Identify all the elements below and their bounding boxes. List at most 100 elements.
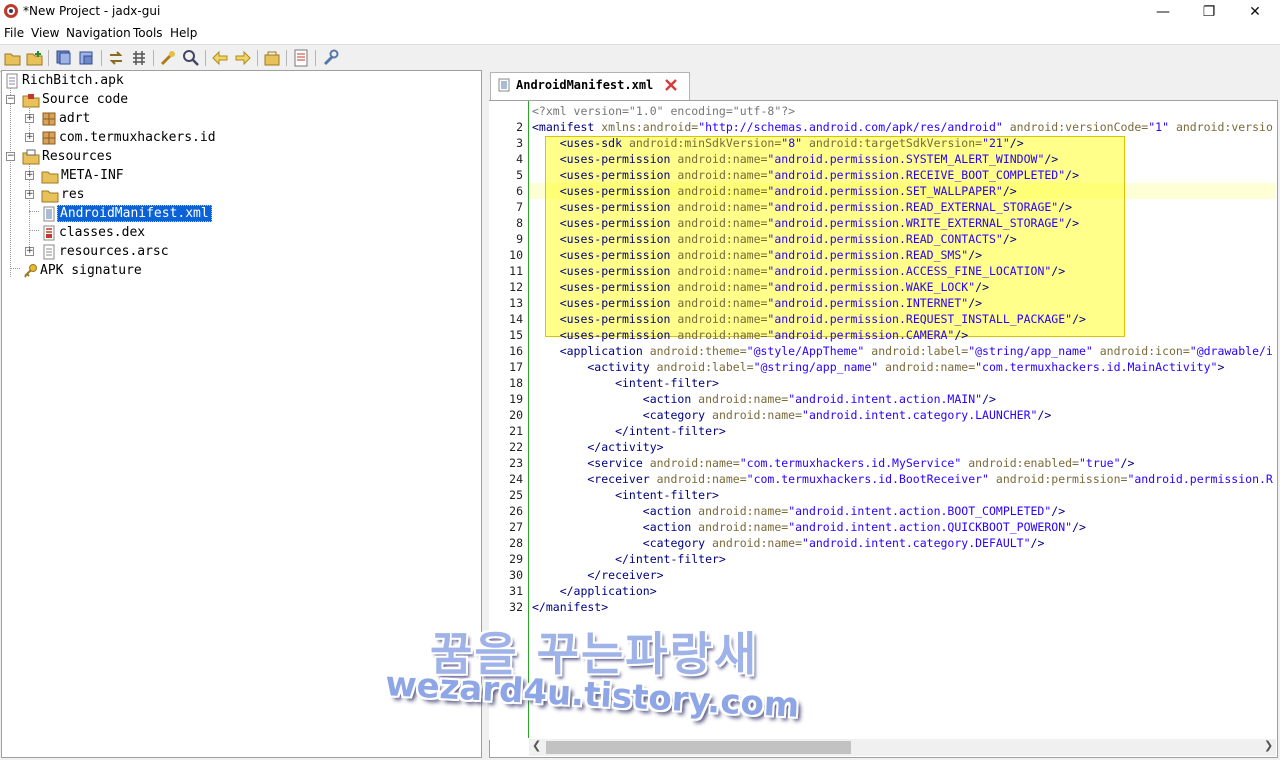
code-token: "android.permission.INTERNET" — [767, 296, 969, 310]
tree-node-android-manifest[interactable]: AndroidManifest.xml — [41, 204, 212, 223]
tree-node-apk-signature[interactable]: APK signature — [22, 261, 144, 280]
scroll-right-icon[interactable]: ❯ — [1264, 739, 1273, 752]
code-token: android:name= — [677, 296, 768, 310]
text-search-icon[interactable] — [158, 48, 178, 68]
export-icon[interactable] — [77, 48, 97, 68]
code-token: "android.permission.SET_WALLPAPER" — [767, 184, 1003, 198]
line-number: 14 — [509, 312, 523, 326]
line-number: 6 — [516, 184, 523, 198]
toolbar-separator — [101, 50, 102, 66]
expand-icon[interactable]: + — [25, 114, 34, 123]
dex-file-icon — [43, 225, 55, 240]
code-token: <?xml version="1.0" encoding="utf-8"?> — [532, 104, 796, 118]
toolbar — [0, 44, 1280, 72]
code-token: <receiver — [532, 472, 657, 486]
code-line: </intent-filter> — [532, 423, 726, 439]
code-line: <uses-permission android:name="android.p… — [532, 151, 1059, 167]
code-token: <uses-permission — [532, 328, 678, 342]
line-number: 9 — [516, 232, 523, 246]
collapse-icon[interactable]: − — [6, 95, 15, 104]
project-tree[interactable]: RichBitch.apk − Source code + adrt + com… — [1, 70, 482, 758]
open-file-icon[interactable] — [3, 48, 23, 68]
code-token: /> — [968, 296, 983, 310]
tree-node-root[interactable]: RichBitch.apk — [4, 71, 126, 90]
menu-tools[interactable]: Tools — [133, 26, 163, 40]
menu-navigation[interactable]: Navigation — [66, 26, 131, 40]
code-line: <uses-permission android:name="android.p… — [532, 167, 1079, 183]
toolbar-separator — [153, 50, 154, 66]
code-token: <action — [532, 520, 699, 534]
close-window-button[interactable]: ✕ — [1232, 0, 1278, 24]
code-token: <intent-filter> — [532, 488, 719, 502]
code-token: "android.permission.READ_CONTACTS" — [767, 232, 1003, 246]
code-token: /> — [975, 280, 989, 294]
folder-icon — [41, 171, 59, 183]
add-files-icon[interactable] — [25, 48, 45, 68]
code-token: android:name= — [677, 312, 768, 326]
code-token: android:targetSdkVersion= — [802, 136, 983, 150]
preferences-icon[interactable] — [320, 48, 340, 68]
expand-icon[interactable]: + — [25, 247, 34, 256]
code-token: android:name= — [698, 392, 789, 406]
code-token: </receiver> — [532, 568, 664, 582]
menu-view[interactable]: View — [31, 26, 59, 40]
tree-node-package-main[interactable]: com.termuxhackers.id — [41, 128, 218, 147]
code-token: android:name= — [677, 216, 768, 230]
line-number: 2 — [516, 120, 523, 134]
log-viewer-icon[interactable] — [291, 48, 311, 68]
code-token: "com.termuxhackers.id.BootReceiver" — [746, 472, 989, 486]
line-number: 15 — [509, 328, 523, 342]
code-token: <uses-sdk — [532, 136, 629, 150]
xml-file-icon — [43, 206, 55, 221]
code-token: <category — [532, 408, 713, 422]
back-icon[interactable] — [210, 48, 230, 68]
restore-icon: ❐ — [1202, 4, 1216, 20]
tree-node-classes-dex[interactable]: classes.dex — [41, 223, 147, 242]
apk-icon — [6, 73, 18, 88]
tree-node-res[interactable]: res — [41, 185, 86, 204]
line-number: 20 — [509, 408, 523, 422]
collapse-icon[interactable]: − — [6, 152, 15, 161]
code-token: "com.termuxhackers.id.MyService" — [739, 456, 962, 470]
code-token: <manifest — [532, 120, 602, 134]
code-token: "android.intent.action.QUICKBOOT_POWERON… — [788, 520, 1073, 534]
code-token: "android.permission.RECEIVE_BOOT_COMPLET… — [767, 168, 1066, 182]
menu-file[interactable]: File — [4, 26, 24, 40]
expand-icon[interactable]: + — [25, 133, 34, 142]
expand-icon[interactable]: + — [25, 171, 34, 180]
flatten-packages-icon[interactable] — [129, 48, 149, 68]
line-number: 8 — [516, 216, 523, 230]
decompile-all-icon[interactable] — [262, 48, 282, 68]
minimize-button[interactable]: — — [1140, 0, 1186, 24]
code-token: /> — [982, 392, 996, 406]
line-number: 21 — [509, 424, 523, 438]
forward-icon[interactable] — [233, 48, 253, 68]
code-token: /> — [1058, 200, 1073, 214]
line-number: 19 — [509, 392, 523, 406]
line-number: 5 — [516, 168, 523, 182]
tree-node-resources-arsc[interactable]: resources.arsc — [41, 242, 171, 261]
scroll-left-icon[interactable]: ❮ — [532, 739, 541, 752]
code-token: "8" — [781, 136, 803, 150]
close-tab-icon[interactable] — [664, 78, 678, 92]
resources-folder-icon — [22, 149, 40, 164]
code-token: "http://schemas.android.com/apk/res/andr… — [698, 120, 1003, 134]
save-all-icon[interactable] — [54, 48, 74, 68]
sync-icon[interactable] — [106, 48, 126, 68]
code-line: </activity> — [532, 439, 663, 455]
class-search-icon[interactable] — [181, 48, 201, 68]
code-token: <uses-permission — [532, 280, 678, 294]
line-number: 11 — [509, 264, 523, 278]
code-token: "@drawable/i — [1189, 344, 1273, 358]
expand-icon[interactable]: + — [25, 190, 34, 199]
maximize-button[interactable]: ❐ — [1186, 0, 1232, 24]
tree-label: RichBitch.apk — [22, 73, 124, 88]
tree-node-resources[interactable]: Resources — [22, 147, 114, 166]
tree-node-meta-inf[interactable]: META-INF — [41, 166, 126, 185]
tree-node-source-code[interactable]: Source code — [22, 90, 130, 109]
code-token: "android.intent.action.MAIN" — [788, 392, 983, 406]
tree-node-package-adrt[interactable]: adrt — [41, 109, 92, 128]
code-line: <category android:name="android.intent.c… — [532, 407, 1052, 423]
menu-help[interactable]: Help — [170, 26, 197, 40]
scrollbar-thumb[interactable] — [546, 741, 851, 754]
